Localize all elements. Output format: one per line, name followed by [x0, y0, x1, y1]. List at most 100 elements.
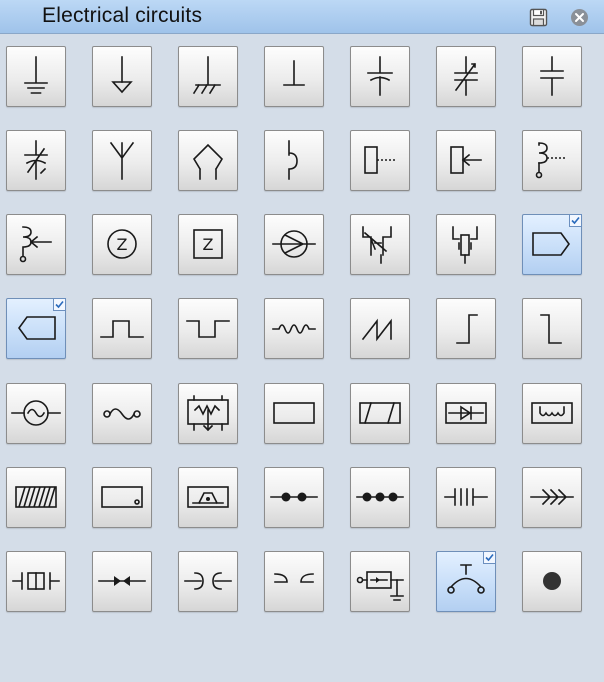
solid-dot-symbol-tile[interactable]: [522, 551, 582, 612]
variable-resistor-switch-symbol-tile[interactable]: [350, 214, 410, 275]
input-terminal-symbol-tile[interactable]: [6, 298, 66, 359]
block-with-dot-icon: [101, 486, 143, 508]
variable-capacitor-icon: [454, 56, 478, 96]
jack-symbol-tile[interactable]: [264, 130, 324, 191]
ac-source-icon: [11, 400, 61, 426]
negative-pulse-icon: [186, 320, 230, 338]
two-dots-symbol-tile[interactable]: [264, 467, 324, 528]
ground-icon: [24, 56, 48, 94]
step-up-icon: [456, 314, 478, 344]
diode-block-symbol-tile[interactable]: [436, 383, 496, 444]
heater-block-icon: [531, 402, 573, 424]
rectangle-block-symbol-tile[interactable]: [264, 383, 324, 444]
three-dots-symbol-tile[interactable]: [350, 467, 410, 528]
variable-capacitor-symbol-tile[interactable]: [436, 46, 496, 107]
opposing-arrows-symbol-tile[interactable]: [92, 551, 152, 612]
impedance-circle-icon: Z: [107, 229, 137, 259]
capacitor-icon: [367, 56, 393, 96]
current-source-icon: [272, 230, 316, 258]
output-terminal-symbol-tile[interactable]: [522, 214, 582, 275]
impedance-circle-symbol-tile[interactable]: Z: [92, 214, 152, 275]
coil-dotted-icon: [535, 142, 567, 179]
title-bar: Electrical circuits: [0, 0, 604, 34]
electrical-circuits-panel: Electrical circuits Z Z: [0, 0, 604, 682]
three-dots-icon: [356, 492, 404, 502]
crystal-symbol-tile[interactable]: [6, 551, 66, 612]
variable-resistor-switch-icon: [362, 226, 392, 264]
impedance-box-symbol-tile[interactable]: Z: [178, 214, 238, 275]
signal-ground-icon: [111, 56, 133, 94]
coil-arrow-symbol-tile[interactable]: [6, 214, 66, 275]
dipole-antenna-icon: [192, 143, 224, 180]
double-capacitor-symbol-tile[interactable]: [436, 467, 496, 528]
rectangle-block-icon: [273, 402, 315, 424]
hatched-block-symbol-tile[interactable]: [350, 383, 410, 444]
earth-line-symbol-tile[interactable]: [264, 46, 324, 107]
trimmer-capacitor-symbol-tile[interactable]: [6, 130, 66, 191]
shielded-block-symbol-tile[interactable]: [178, 467, 238, 528]
two-dots-icon: [270, 492, 318, 502]
plug-and-socket-symbol-tile[interactable]: [178, 551, 238, 612]
close-icon[interactable]: [570, 8, 589, 27]
relay-input-symbol-tile[interactable]: [436, 130, 496, 191]
block-with-dot-symbol-tile[interactable]: [92, 467, 152, 528]
hatched-full-block-icon: [15, 486, 57, 508]
impedance-box-icon: Z: [193, 229, 223, 259]
resistor-contact-symbol-tile[interactable]: [436, 214, 496, 275]
signal-ground-symbol-tile[interactable]: [92, 46, 152, 107]
svg-text:Z: Z: [203, 235, 214, 254]
dipole-antenna-symbol-tile[interactable]: [178, 130, 238, 191]
save-icon[interactable]: [529, 8, 548, 27]
antenna-symbol-tile[interactable]: [92, 130, 152, 191]
pulse-icon: [100, 320, 144, 338]
ground-symbol-tile[interactable]: [6, 46, 66, 107]
checkmark-icon: [53, 298, 66, 311]
switch-arc-symbol-tile[interactable]: [436, 551, 496, 612]
relay-contact-symbol-tile[interactable]: [350, 130, 410, 191]
coil-arrow-icon: [19, 226, 52, 263]
shielded-block-icon: [187, 486, 229, 508]
earth-line-icon: [283, 60, 305, 86]
capacitor-symbol-tile[interactable]: [350, 46, 410, 107]
fuse-connector-symbol-tile[interactable]: [350, 551, 410, 612]
socket-pair-symbol-tile[interactable]: [264, 551, 324, 612]
capacitor-vertical-icon: [540, 56, 564, 96]
solid-dot-icon: [543, 572, 561, 590]
trimmer-capacitor-icon: [24, 140, 48, 180]
hatched-full-block-symbol-tile[interactable]: [6, 467, 66, 528]
ac-wave-loops-symbol-tile[interactable]: [92, 383, 152, 444]
plug-and-socket-icon: [184, 572, 232, 590]
hatched-block-icon: [359, 402, 401, 424]
sawtooth-icon: [361, 318, 392, 342]
coil-dotted-symbol-tile[interactable]: [522, 130, 582, 191]
step-down-icon: [540, 314, 562, 344]
heater-block-symbol-tile[interactable]: [522, 383, 582, 444]
current-source-symbol-tile[interactable]: [264, 214, 324, 275]
resistor-contact-icon: [452, 226, 478, 264]
chassis-ground-icon: [192, 56, 221, 95]
pulse-symbol-tile[interactable]: [92, 298, 152, 359]
step-down-symbol-tile[interactable]: [522, 298, 582, 359]
opposing-arrows-icon: [98, 576, 146, 586]
double-capacitor-icon: [444, 488, 488, 506]
step-up-symbol-tile[interactable]: [436, 298, 496, 359]
checkmark-icon: [483, 551, 496, 564]
resistor-block-symbol-tile[interactable]: [178, 383, 238, 444]
socket-pair-icon: [274, 573, 314, 583]
sine-wave-symbol-tile[interactable]: [264, 298, 324, 359]
checkmark-icon: [569, 214, 582, 227]
sine-wave-icon: [272, 324, 316, 334]
capacitor-vertical-symbol-tile[interactable]: [522, 46, 582, 107]
sawtooth-symbol-tile[interactable]: [350, 298, 410, 359]
relay-contact-icon: [364, 146, 395, 174]
svg-text:Z: Z: [117, 235, 128, 254]
negative-pulse-symbol-tile[interactable]: [178, 298, 238, 359]
crystal-icon: [12, 572, 60, 590]
multi-arrow-icon: [530, 488, 574, 506]
ac-source-symbol-tile[interactable]: [6, 383, 66, 444]
ac-wave-loops-icon: [103, 408, 141, 420]
chassis-ground-symbol-tile[interactable]: [178, 46, 238, 107]
relay-input-icon: [450, 146, 482, 174]
multi-arrow-symbol-tile[interactable]: [522, 467, 582, 528]
panel-title: Electrical circuits: [42, 4, 203, 27]
